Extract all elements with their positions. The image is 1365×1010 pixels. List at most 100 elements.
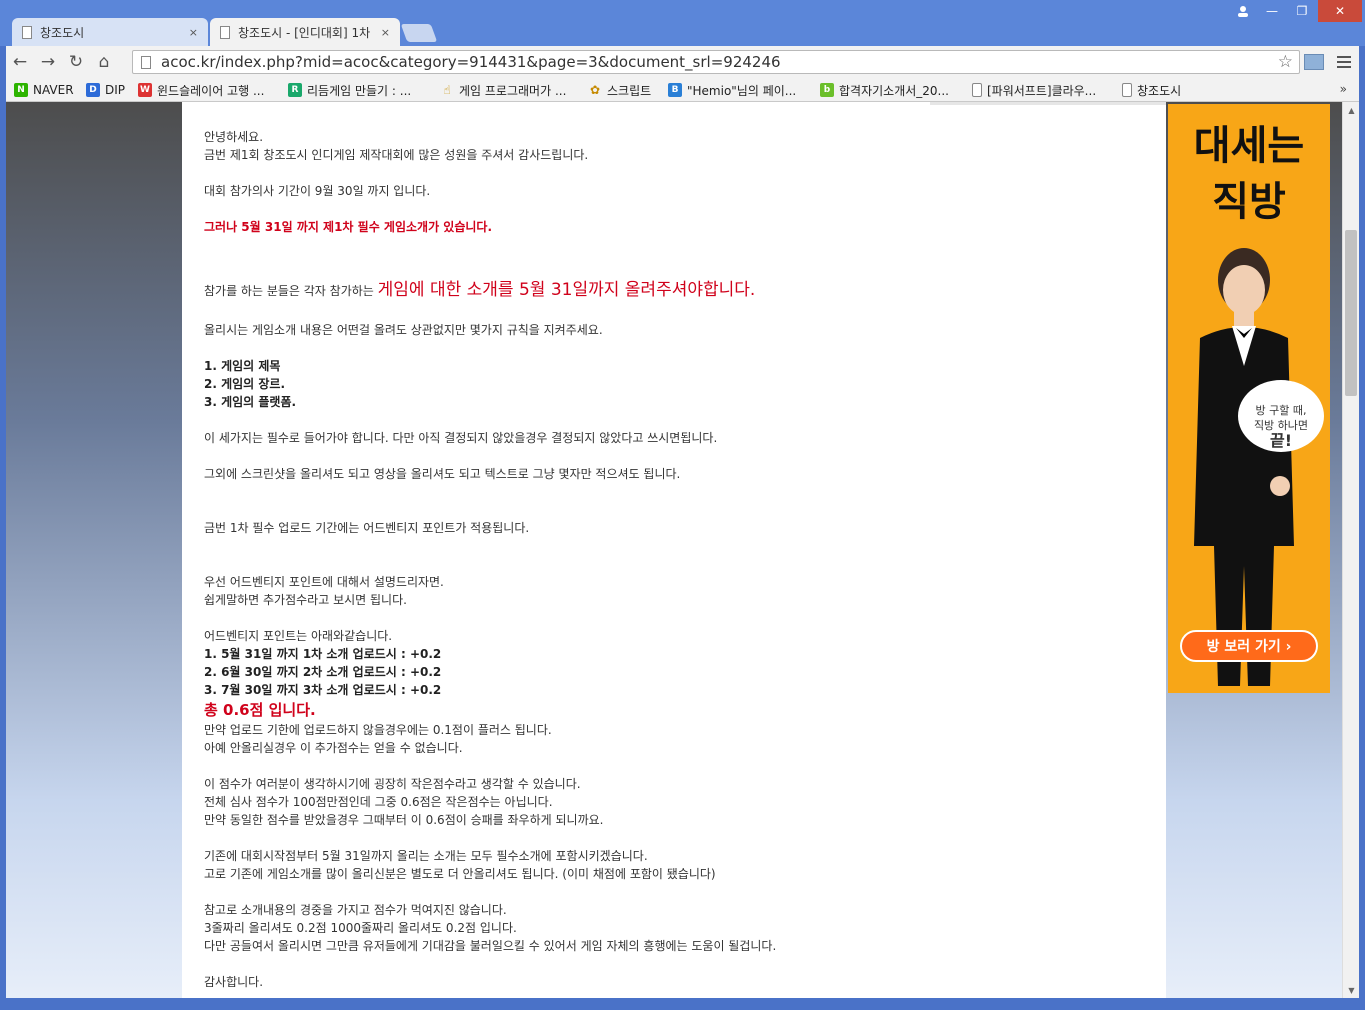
rule-title: 1. 게임의 제목	[204, 359, 281, 373]
period-text: 대회 참가의사 기간이 9월 30일 까지 입니다.	[204, 184, 431, 198]
bookmark-label: [파워서프트]클라우...	[987, 83, 1097, 98]
blog-icon: b	[820, 83, 834, 97]
point-3: 3. 7월 30일 까지 3차 소개 업로드시 : +0.2	[204, 683, 442, 697]
ref-text-3: 다만 공들여서 올리시면 그만큼 유저들에게 기대감을 불러일으킬 수 있어서 …	[204, 939, 777, 953]
point-1: 1. 5월 31일 까지 1차 소개 업로드시 : +0.2	[204, 647, 442, 661]
game-icon: W	[138, 83, 152, 97]
bookmark-label: NAVER	[33, 83, 74, 97]
page-viewport: 안녕하세요. 금번 제1회 창조도시 인디게임 제작대회에 많은 성원을 주셔서…	[6, 102, 1342, 998]
bookmark-label: 리듬게임 만들기 : ...	[307, 83, 412, 98]
ad-speech-bubble: 방 구할 때, 직방 하나면 끝!	[1238, 380, 1324, 452]
bgm-store-icon: B	[668, 83, 682, 97]
bookmark-self-intro[interactable]: b 합격자기소개서_20...	[820, 81, 949, 99]
tab-close-button[interactable]: ×	[381, 26, 390, 39]
total-points: 총 0.6점 입니다.	[204, 701, 316, 719]
page-icon	[220, 25, 230, 39]
pointer-hand-icon: ☝	[443, 83, 451, 97]
forward-button[interactable]: →	[34, 48, 62, 76]
bookmark-power-support[interactable]: [파워서프트]클라우...	[972, 81, 1096, 99]
tab-close-button[interactable]: ×	[189, 26, 198, 39]
notice-red-text: 그러나 5월 31일 까지 제1차 필수 게임소개가 있습니다.	[204, 220, 493, 234]
rules-intro-text: 올리시는 게임소개 내용은 어떤걸 올려도 상관없지만 몇가지 규칙을 지켜주세…	[204, 323, 603, 337]
bookmark-label: 합격자기소개서_20...	[839, 83, 949, 98]
page-icon	[972, 83, 982, 97]
points-intro-text: 어드벤티지 포인트는 아래와같습니다.	[204, 629, 393, 643]
bookmark-chang-jo-dosi[interactable]: 창조도시	[1122, 81, 1181, 99]
explain-text-2: 쉽게말하면 추가점수라고 보시면 됩니다.	[204, 593, 407, 607]
tab-label: 창조도시	[40, 25, 85, 40]
score-text-2: 전체 심사 점수가 100점만점인데 그중 0.6점은 작은점수는 아닙니다.	[204, 795, 553, 809]
bookmark-game-programmer[interactable]: ☝ 게임 프로그래머가 ...	[440, 81, 566, 99]
thanks-text: 금번 제1회 창조도시 인디게임 제작대회에 많은 성원을 주셔서 감사드립니다…	[204, 148, 589, 162]
article-body: 안녕하세요. 금번 제1회 창조도시 인디게임 제작대회에 많은 성원을 주셔서…	[204, 128, 1144, 991]
window-bottom-frame	[0, 998, 1365, 1010]
page-icon	[1122, 83, 1132, 97]
dip-icon: D	[86, 83, 100, 97]
greeting-text: 안녕하세요.	[204, 130, 264, 144]
gear-flower-icon: ✿	[589, 83, 601, 97]
extras-text: 그외에 스크린샷을 올리셔도 되고 영상을 올리셔도 되고 텍스트로 그냥 몇자…	[204, 467, 681, 481]
score-text-1: 이 점수가 여러분이 생각하시기에 굉장히 작은점수라고 생각할 수 있습니다.	[204, 777, 581, 791]
bookmark-hemio[interactable]: B "Hemio"님의 페이...	[668, 81, 796, 99]
request-line: 참가를 하는 분들은 각자 참가하는 게임에 대한 소개를 5월 31일까지 올…	[204, 278, 1144, 303]
cafe-icon: R	[288, 83, 302, 97]
tab-label: 창조도시 - [인디대회] 1차	[238, 25, 371, 40]
close-window-button[interactable]: ✕	[1318, 0, 1362, 22]
extension-icon[interactable]	[1304, 54, 1324, 70]
bookmark-label: 윈드슬레이어 고행 ...	[157, 83, 265, 98]
bookmark-dip[interactable]: D DIP	[86, 81, 125, 99]
page-icon	[141, 55, 151, 69]
none-text: 아예 안올리실경우 이 추가점수는 얻을 수 없습니다.	[204, 741, 463, 755]
ref-text-2: 3줄짜리 올리셔도 0.2점 1000줄짜리 올리셔도 0.2점 입니다.	[204, 921, 517, 935]
rules-note-text: 이 세가지는 필수로 들어가야 합니다. 다만 아직 결정되지 않았을경우 결정…	[204, 431, 718, 445]
tab-chang-jo-dosi[interactable]: 창조도시 ×	[12, 18, 208, 46]
bubble-text: 방 구할 때, 직방 하나면	[1253, 404, 1309, 432]
bookmark-label: 스크립트	[607, 83, 652, 98]
bookmark-windslayer[interactable]: W 윈드슬레이어 고행 ...	[138, 81, 264, 99]
bookmarks-bar: N NAVER D DIP W 윈드슬레이어 고행 ... R 리듬게임 만들기…	[6, 78, 1359, 102]
tab-indie-contest[interactable]: 창조도시 - [인디대회] 1차 ×	[210, 18, 400, 46]
url-text[interactable]: acoc.kr/index.php?mid=acoc&category=9144…	[161, 53, 781, 71]
scroll-up-arrow-icon[interactable]: ▲	[1343, 102, 1360, 118]
naver-icon: N	[14, 83, 28, 97]
bookmark-rhythm-game[interactable]: R 리듬게임 만들기 : ...	[288, 81, 411, 99]
bubble-strong-text: 끝!	[1269, 431, 1293, 450]
browser-toolbar: ← → ↻ ⌂ acoc.kr/index.php?mid=acoc&categ…	[6, 46, 1359, 78]
zigbang-advertisement[interactable]: 대세는 직방 방 구할 때, 직방 하나면 끝! 방 보러 가기 ›	[1168, 104, 1330, 693]
bookmark-label: "Hemio"님의 페이...	[687, 83, 797, 98]
rule-platform: 3. 게임의 플랫폼.	[204, 395, 297, 409]
title-bar: 창조도시 × 창조도시 - [인디대회] 1차 × — ❐ ✕	[0, 0, 1365, 46]
bookmark-naver[interactable]: N NAVER	[14, 81, 74, 99]
advantage-text: 금번 1차 필수 업로드 기간에는 어드벤티지 포인트가 적용됩니다.	[204, 521, 530, 535]
scroll-down-arrow-icon[interactable]: ▼	[1343, 982, 1360, 998]
explain-text: 우선 어드벤티지 포인트에 대해서 설명드리자면.	[204, 575, 444, 589]
ref-text-1: 참고로 소개내용의 경중을 가지고 점수가 먹여지진 않습니다.	[204, 903, 507, 917]
divider	[930, 102, 1166, 105]
scrollbar-thumb[interactable]	[1345, 230, 1357, 396]
chrome-menu-icon[interactable]	[1334, 52, 1354, 72]
back-button[interactable]: ←	[6, 48, 34, 76]
new-tab-button[interactable]	[400, 24, 438, 42]
article-content: 안녕하세요. 금번 제1회 창조도시 인디게임 제작대회에 많은 성원을 주셔서…	[182, 102, 1166, 998]
point-2: 2. 6월 30일 까지 2차 소개 업로드시 : +0.2	[204, 665, 442, 679]
more-bookmarks-button[interactable]: »	[1340, 82, 1347, 96]
minimize-button[interactable]: —	[1258, 0, 1286, 22]
address-bar[interactable]: acoc.kr/index.php?mid=acoc&category=9144…	[132, 50, 1300, 74]
bookmark-star-icon[interactable]: ☆	[1278, 52, 1293, 72]
reload-button[interactable]: ↻	[62, 48, 90, 76]
user-profile-icon[interactable]	[1230, 0, 1256, 22]
ad-headline: 대세는 직방	[1193, 123, 1305, 225]
bookmark-label: DIP	[105, 83, 126, 97]
closing-text: 감사합니다.	[204, 975, 264, 989]
bookmark-script[interactable]: ✿ 스크립트	[588, 81, 651, 99]
ad-view-rooms-button[interactable]: 방 보러 가기 ›	[1180, 630, 1318, 662]
maximize-button[interactable]: ❐	[1288, 0, 1316, 22]
rule-genre: 2. 게임의 장르.	[204, 377, 286, 391]
vertical-scrollbar[interactable]: ▲ ▼	[1342, 102, 1359, 998]
request-highlight: 게임에 대한 소개를 5월 31일까지 올려주셔야합니다.	[377, 280, 756, 300]
home-button[interactable]: ⌂	[90, 48, 118, 76]
score-text-3: 만약 동일한 점수를 받았을경우 그때부터 이 0.6점이 승패를 좌우하게 되…	[204, 813, 604, 827]
request-prefix: 참가를 하는 분들은 각자 참가하는	[204, 284, 378, 298]
bookmark-label: 창조도시	[1137, 83, 1182, 98]
existing-text-1: 기존에 대회시작점부터 5월 31일까지 올리는 소개는 모두 필수소개에 포함…	[204, 849, 648, 863]
